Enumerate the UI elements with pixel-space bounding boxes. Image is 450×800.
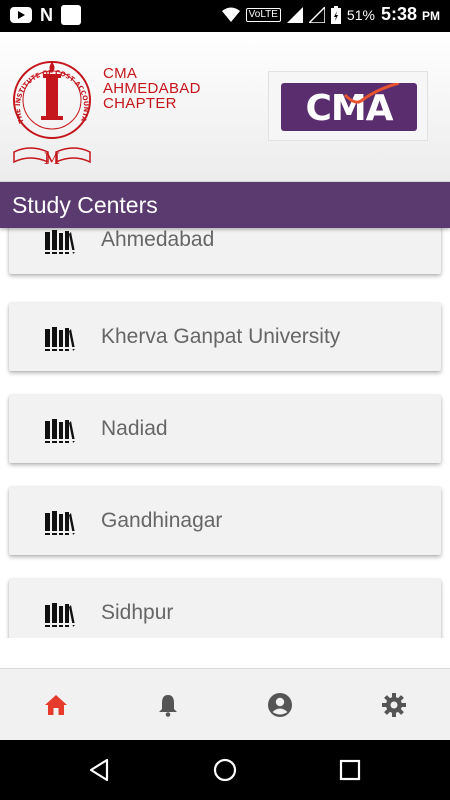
system-status: VoLTE 51% 5:38 PM (221, 4, 440, 25)
books-icon (45, 603, 75, 627)
nav-profile-button[interactable] (224, 669, 336, 741)
app-header: THE INSTITUTE OF COST ACCOUNTANTS OF IND… (0, 32, 450, 182)
chapter-line: AHMEDABAD (103, 80, 201, 97)
page-title: Study Centers (12, 192, 158, 218)
books-icon (45, 419, 75, 443)
list-item[interactable]: Sidhpur (9, 579, 441, 638)
study-centers-list[interactable]: Ahmedabad Kherva Ganpat University Nadia… (0, 228, 450, 638)
center-name: Ahmedabad (101, 228, 215, 251)
youtube-icon (10, 7, 32, 23)
svg-text:M: M (44, 149, 60, 168)
notification-icons: N (10, 5, 81, 25)
recents-icon[interactable] (335, 755, 365, 785)
chapter-line: CHAPTER (103, 95, 177, 112)
books-icon (45, 230, 75, 254)
status-bar: N VoLTE 51% 5:38 PM (0, 0, 450, 32)
list-item[interactable]: Nadiad (9, 395, 441, 463)
nav-home-button[interactable] (0, 669, 112, 741)
center-name: Nadiad (101, 417, 168, 440)
account-icon (268, 693, 292, 717)
cma-logo: CMA (281, 83, 417, 131)
section-header: Study Centers (0, 182, 450, 228)
clock: 5:38 PM (381, 4, 440, 25)
clock-ampm: PM (422, 9, 440, 23)
wifi-icon (221, 7, 240, 22)
chapter-name: CMA AHMEDABAD CHAPTER (103, 66, 201, 111)
home-circle-icon[interactable] (210, 755, 240, 785)
checkmark-icon (343, 83, 400, 104)
signal-icon (286, 6, 303, 23)
app-square-icon (61, 5, 81, 25)
system-navigation-bar (0, 740, 450, 800)
battery-icon (330, 5, 341, 24)
n-icon: N (40, 5, 53, 25)
volte-badge: VoLTE (245, 7, 281, 22)
center-name: Kherva Ganpat University (101, 325, 341, 348)
signal-icon (308, 6, 325, 23)
icai-seal-logo: THE INSTITUTE OF COST ACCOUNTANTS OF IND… (8, 40, 91, 168)
center-name: Sidhpur (101, 601, 174, 624)
chapter-line: CMA (103, 65, 138, 82)
back-icon[interactable] (85, 755, 115, 785)
cma-logo-container: CMA (268, 71, 428, 141)
books-icon (45, 327, 75, 351)
home-icon (45, 695, 67, 715)
nav-notifications-button[interactable] (112, 669, 224, 741)
settings-icon (382, 693, 406, 717)
books-icon (45, 511, 75, 535)
list-item[interactable]: Ahmedabad (9, 228, 441, 274)
center-name: Gandhinagar (101, 509, 223, 532)
nav-settings-button[interactable] (338, 669, 450, 741)
list-item[interactable]: Kherva Ganpat University (9, 303, 441, 371)
clock-time: 5:38 (380, 4, 417, 24)
bottom-navigation (0, 668, 450, 740)
battery-percent: 51% (346, 6, 375, 23)
list-item[interactable]: Gandhinagar (9, 487, 441, 555)
bell-icon (159, 695, 177, 717)
